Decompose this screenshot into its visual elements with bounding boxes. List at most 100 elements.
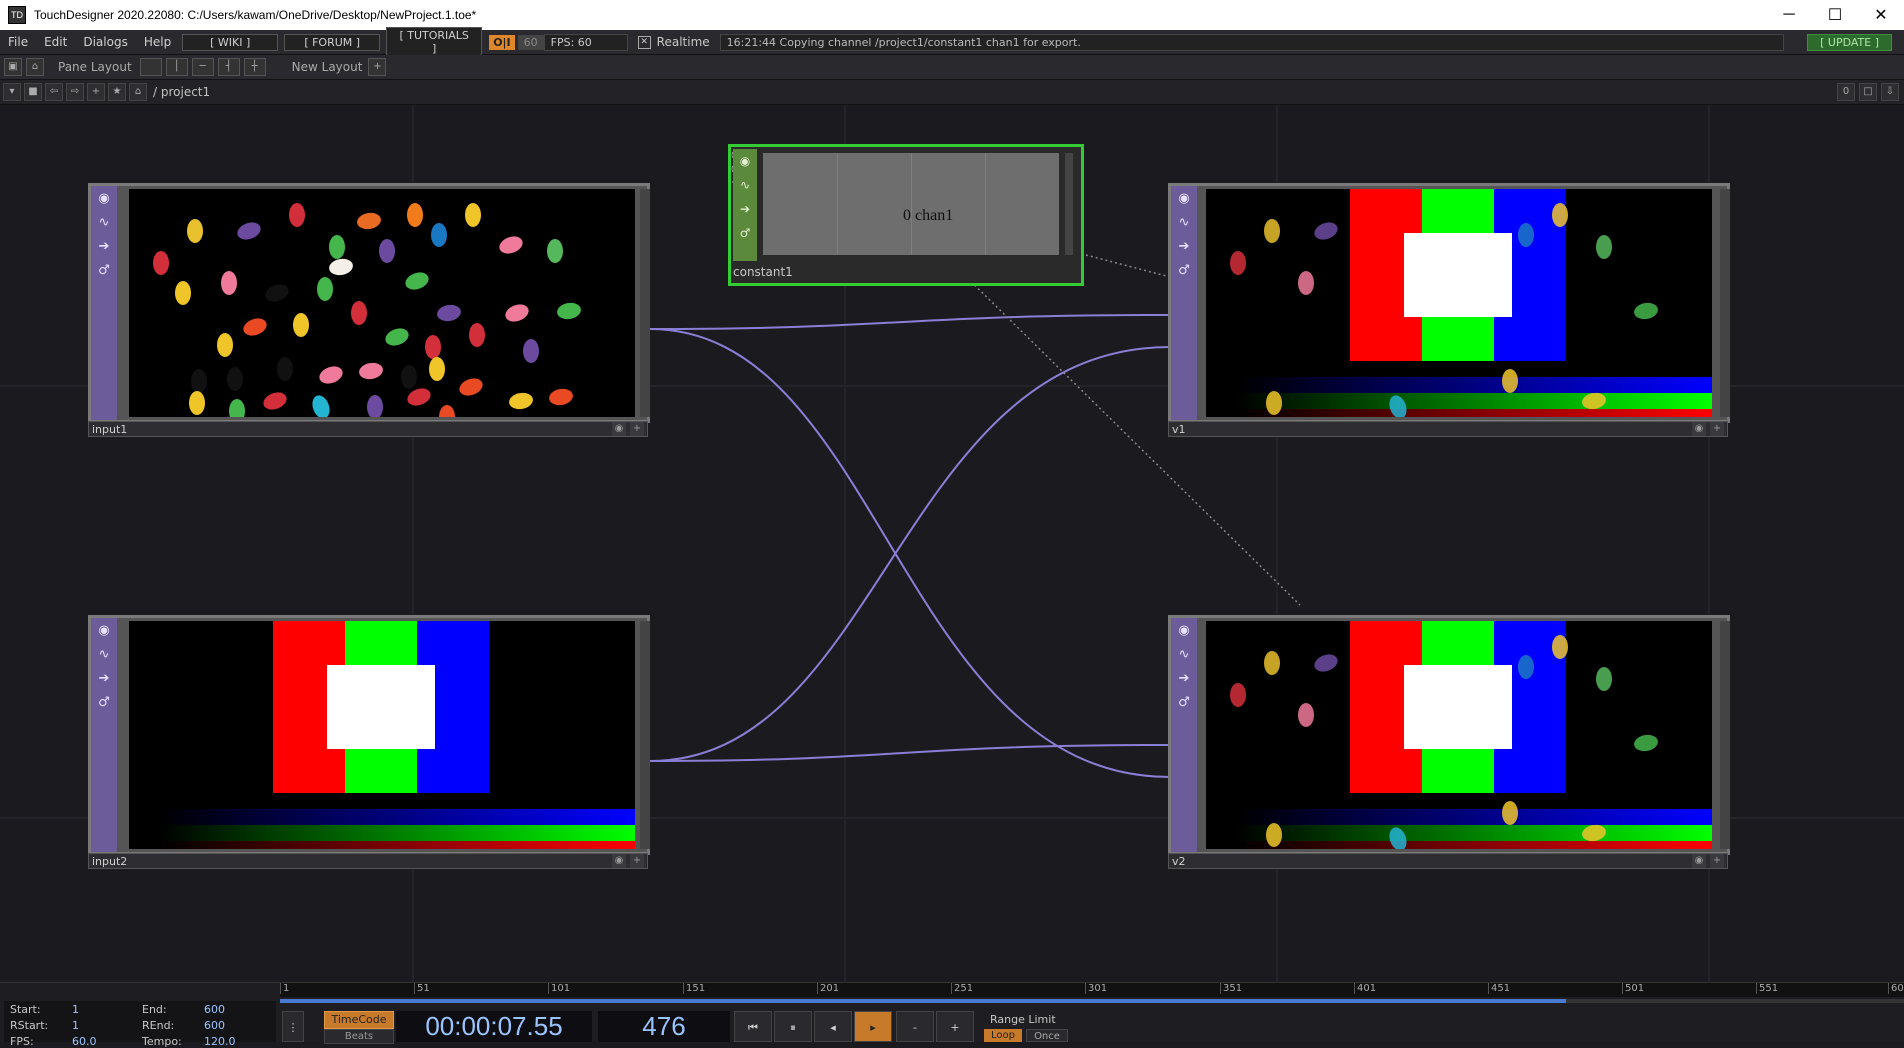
skip-to-start-icon[interactable]: ⏮: [734, 1011, 772, 1042]
output-connector[interactable]: [1720, 189, 1730, 417]
realtime-checkbox[interactable]: ✕: [637, 35, 651, 49]
cook-icon[interactable]: ∿: [93, 212, 115, 234]
bypass-icon[interactable]: ➔: [1173, 668, 1195, 690]
timeline-tick-label: 401: [1354, 983, 1376, 994]
output-connector[interactable]: [640, 189, 650, 417]
lock-icon[interactable]: ♂: [1173, 692, 1195, 714]
node-name-constant1[interactable]: constant1: [733, 263, 1079, 281]
once-toggle[interactable]: Once: [1026, 1029, 1068, 1042]
minimize-button[interactable]: ─: [1766, 0, 1812, 30]
bypass-icon[interactable]: ➔: [93, 668, 115, 690]
play-icon[interactable]: ▸: [854, 1011, 892, 1042]
timecode-display[interactable]: 00:00:07.55: [396, 1011, 592, 1042]
breadcrumb[interactable]: / project1: [153, 85, 210, 99]
download-icon[interactable]: ⇩: [1881, 83, 1899, 101]
rend-value[interactable]: 600: [204, 1019, 225, 1032]
timeline-ruler[interactable]: 151101151201251301351401451501551600: [280, 983, 1904, 997]
forum-button[interactable]: [ FORUM ]: [284, 33, 381, 51]
lock-icon[interactable]: ♂: [1173, 260, 1195, 282]
viewer-toggle-icon[interactable]: ◉: [93, 620, 115, 642]
beats-toggle[interactable]: Beats: [324, 1029, 394, 1044]
viewer-toggle-icon[interactable]: ◉: [1173, 188, 1195, 210]
output-connector[interactable]: [640, 621, 650, 849]
home-icon[interactable]: ⌂: [129, 83, 147, 101]
bypass-icon[interactable]: ➔: [93, 236, 115, 258]
bypass-icon[interactable]: ➔: [733, 197, 757, 221]
layout-three-icon[interactable]: ┤: [217, 58, 240, 76]
layout-quad-icon[interactable]: ┼: [243, 58, 266, 76]
panel-view-icon[interactable]: ⌂: [26, 58, 44, 76]
node-add-button[interactable]: +: [1710, 422, 1724, 436]
realtime-label: Realtime: [656, 35, 710, 49]
viewer-toggle-icon[interactable]: ◉: [93, 188, 115, 210]
end-value[interactable]: 600: [204, 1003, 225, 1016]
lock-icon[interactable]: ♂: [93, 260, 115, 282]
wiki-button[interactable]: [ WIKI ]: [182, 33, 279, 51]
node-constant1[interactable]: ◉ ∿ ➔ ♂ 0 chan1 constant1 ◉ ◉ +: [728, 144, 1084, 286]
timeline-track[interactable]: [280, 999, 1904, 1003]
bypass-icon[interactable]: ➔: [1173, 236, 1195, 258]
loop-toggle[interactable]: Loop: [984, 1029, 1022, 1042]
pane-layout-label: Pane Layout: [58, 60, 132, 74]
forward-icon[interactable]: ⇨: [66, 83, 84, 101]
viewer-toggle-icon[interactable]: ◉: [1173, 620, 1195, 642]
cook-icon[interactable]: ∿: [1173, 644, 1195, 666]
dropdown-icon[interactable]: ▾: [3, 83, 21, 101]
speed-up-button[interactable]: +: [936, 1011, 974, 1042]
add-bookmark-icon[interactable]: +: [87, 83, 105, 101]
tutorials-button[interactable]: [ TUTORIALS ]: [386, 27, 483, 57]
lock-icon[interactable]: ♂: [733, 221, 757, 245]
rstart-value[interactable]: 1: [72, 1019, 79, 1032]
menu-edit[interactable]: Edit: [36, 35, 75, 49]
node-add-button[interactable]: +: [630, 422, 644, 436]
pause-icon[interactable]: ⏸: [774, 1011, 812, 1042]
node-sidebar: ◉ ∿ ➔ ♂: [91, 186, 117, 420]
update-button[interactable]: [ UPDATE ]: [1807, 33, 1892, 51]
node-add-button[interactable]: +: [1710, 854, 1724, 868]
step-back-icon[interactable]: ◂: [814, 1011, 852, 1042]
fps-cap-field[interactable]: 60: [517, 34, 544, 50]
timeline-options-icon[interactable]: ⋮: [282, 1011, 304, 1042]
layout-split-horizontal-icon[interactable]: ─: [191, 58, 214, 76]
add-layout-button[interactable]: +: [368, 58, 387, 76]
node-viewer-icon[interactable]: ◉: [1692, 854, 1706, 868]
perform-mode-button[interactable]: O|I: [489, 34, 515, 50]
star-icon[interactable]: ★: [108, 83, 126, 101]
network-editor[interactable]: ◉ ∿ ➔ ♂ input1 ◉ + ◉ ∿ ➔ ♂ input2 ◉ + ◉ …: [0, 105, 1904, 982]
node-add-button[interactable]: +: [630, 854, 644, 868]
frame-display[interactable]: 476: [598, 1011, 730, 1042]
start-value[interactable]: 1: [72, 1003, 79, 1016]
output-connector[interactable]: [1065, 153, 1073, 255]
speed-down-button[interactable]: -: [896, 1011, 934, 1042]
node-viewer-icon[interactable]: ◉: [612, 854, 626, 868]
cook-icon[interactable]: ∿: [733, 173, 757, 197]
cook-icon[interactable]: ∿: [1173, 212, 1195, 234]
cook-icon[interactable]: ∿: [93, 644, 115, 666]
layout-split-vertical-icon[interactable]: │: [165, 58, 188, 76]
stop-icon[interactable]: ■: [24, 83, 42, 101]
timecode-toggle[interactable]: TimeCode: [324, 1011, 394, 1029]
close-button[interactable]: ✕: [1858, 0, 1904, 30]
viewer-toggle-icon[interactable]: ◉: [733, 149, 757, 173]
maximize-button[interactable]: ☐: [1812, 0, 1858, 30]
layout-single-icon[interactable]: [139, 58, 162, 76]
pane-count-field[interactable]: 0: [1837, 83, 1855, 101]
maximize-pane-icon[interactable]: □: [1859, 83, 1877, 101]
node-viewer-icon[interactable]: ◉: [1692, 422, 1706, 436]
node-name-input2[interactable]: input2: [88, 853, 648, 869]
pane-toolbar: ▣ ⌂ Pane Layout │ ─ ┤ ┼ New Layout +: [0, 55, 1904, 80]
lock-icon[interactable]: ♂: [93, 692, 115, 714]
node-name-input1[interactable]: input1: [88, 421, 648, 437]
menu-help[interactable]: Help: [136, 35, 179, 49]
fps-value[interactable]: 60.0: [72, 1035, 97, 1048]
tempo-value[interactable]: 120.0: [204, 1035, 236, 1048]
back-icon[interactable]: ⇦: [45, 83, 63, 101]
node-viewer-icon[interactable]: ◉: [612, 422, 626, 436]
menu-file[interactable]: File: [0, 35, 36, 49]
output-connector[interactable]: [1720, 621, 1730, 849]
image-viewer: [129, 621, 635, 849]
node-name-v2[interactable]: v2: [1168, 853, 1728, 869]
menu-dialogs[interactable]: Dialogs: [75, 35, 135, 49]
node-name-v1[interactable]: v1: [1168, 421, 1728, 437]
network-view-icon[interactable]: ▣: [4, 58, 22, 76]
